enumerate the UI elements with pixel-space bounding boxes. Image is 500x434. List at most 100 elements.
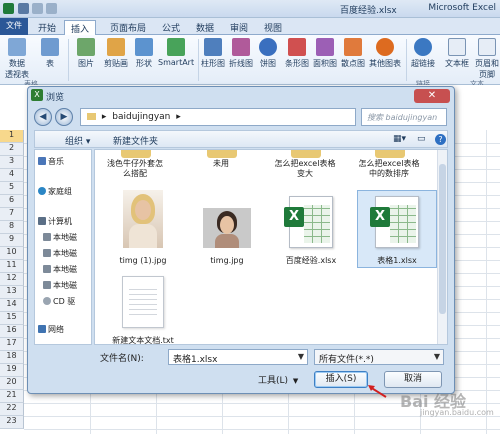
nav-item-local-disk-1[interactable]: 本地磁 [43, 232, 77, 243]
face [135, 200, 151, 220]
file-item-timg[interactable]: timg.jpg [187, 190, 267, 266]
folder-item[interactable]: 浅色牛仔外套怎 么搭配 [95, 159, 175, 179]
row-header[interactable]: 13 [0, 286, 24, 299]
nav-item-local-disk-4[interactable]: 本地磁 [43, 280, 77, 291]
view-options-icon[interactable]: ▦▾ [393, 134, 406, 144]
vertical-scrollbar[interactable] [437, 150, 447, 344]
nav-item-cd-drive[interactable]: CD 驱 [43, 296, 75, 307]
nav-item-homegroup[interactable]: 家庭组 [38, 186, 72, 197]
filename-input[interactable]: 表格1.xlsx ▼ [168, 349, 308, 365]
filetype-select[interactable]: 所有文件(*.*) ▼ [314, 349, 444, 365]
row-header[interactable]: 15 [0, 312, 24, 325]
row-header[interactable]: 16 [0, 325, 24, 338]
folder-item[interactable]: 未用 [181, 159, 261, 169]
row-header[interactable]: 9 [0, 234, 24, 247]
face [220, 216, 234, 234]
file-list[interactable]: 浅色牛仔外套怎 么搭配 未用 怎么把excel表格 变大 怎么把excel表格 … [94, 149, 448, 345]
tab-home[interactable]: 开始 [32, 20, 62, 35]
line-chart-icon [232, 38, 250, 56]
row-header[interactable]: 3 [0, 156, 24, 169]
tab-insert[interactable]: 插入 [64, 20, 97, 35]
file-item-biaoge1-xlsx[interactable]: X 表格1.xlsx [357, 190, 437, 268]
dialog-title: 浏览 [46, 93, 65, 103]
nav-item-local-disk-2[interactable]: 本地磁 [43, 248, 77, 259]
column-chart-button[interactable]: 柱形图 [200, 38, 226, 69]
header-footer-button[interactable]: 页眉和 页脚 [474, 38, 500, 80]
file-item-txt[interactable]: 新建文本文档.txt [103, 274, 183, 344]
tab-data[interactable]: 数据 [190, 20, 220, 35]
row-header[interactable]: 17 [0, 338, 24, 351]
textbox-button[interactable]: 文本框 [444, 38, 470, 69]
ribbon-separator [68, 39, 69, 81]
help-icon[interactable]: ? [435, 134, 446, 145]
tools-button[interactable]: 工具(L) ▼ [258, 373, 298, 386]
folder-item[interactable]: 怎么把excel表格 中的数排序 [349, 159, 429, 179]
area-chart-icon [316, 38, 334, 56]
scatter-chart-button[interactable]: 散点图 [340, 38, 366, 69]
excel-file-icon: X [284, 196, 333, 248]
pivot-table-button[interactable]: 数据 透视表 [4, 38, 30, 80]
row-header[interactable]: 20 [0, 377, 24, 390]
table-button[interactable]: 表 [38, 38, 62, 69]
folder-icon [291, 150, 321, 158]
picture-button[interactable]: 图片 [74, 38, 98, 69]
nav-item-network[interactable]: 网络 [38, 324, 64, 335]
pie-chart-button[interactable]: 饼图 [256, 38, 280, 69]
file-item-baidu-xlsx[interactable]: X 百度经验.xlsx [271, 190, 351, 266]
nav-item-local-disk-3[interactable]: 本地磁 [43, 264, 77, 275]
organize-button[interactable]: 组织 ▾ [65, 134, 90, 147]
nav-item-computer[interactable]: 计算机 [38, 216, 72, 227]
smartart-icon [167, 38, 185, 56]
shapes-button[interactable]: 形状 [132, 38, 156, 69]
scrollbar-thumb[interactable] [439, 164, 446, 314]
path-field[interactable]: ▸ baidujingyan ▸ [80, 108, 356, 126]
tab-file[interactable]: 文件 [0, 18, 28, 35]
search-input[interactable]: 搜索 baidujingyan [361, 108, 447, 126]
file-item-timg1[interactable]: timg (1).jpg [103, 190, 183, 266]
ribbon-separator [406, 39, 407, 81]
bar-chart-button[interactable]: 条形图 [284, 38, 310, 69]
row-header[interactable]: 10 [0, 247, 24, 260]
insert-button[interactable]: 插入(S) [314, 371, 368, 388]
row-header[interactable]: 7 [0, 208, 24, 221]
area-chart-button[interactable]: 面积图 [312, 38, 338, 69]
row-header[interactable]: 5 [0, 182, 24, 195]
row-header[interactable]: 23 [0, 416, 24, 429]
clipart-button[interactable]: 剪贴画 [102, 38, 130, 69]
pie-chart-icon [259, 38, 277, 56]
row-header[interactable]: 6 [0, 195, 24, 208]
other-charts-button[interactable]: 其他图表 [368, 38, 402, 69]
disk-icon [43, 265, 51, 273]
shapes-icon [135, 38, 153, 56]
row-header[interactable]: 8 [0, 221, 24, 234]
tab-formulas[interactable]: 公式 [156, 20, 186, 35]
folder-item[interactable]: 怎么把excel表格 变大 [265, 159, 345, 179]
row-header[interactable]: 12 [0, 273, 24, 286]
tab-view[interactable]: 视图 [258, 20, 288, 35]
row-header[interactable]: 4 [0, 169, 24, 182]
row-header[interactable]: 1 [0, 130, 24, 143]
smartart-button[interactable]: SmartArt [158, 38, 194, 67]
row-header[interactable]: 19 [0, 364, 24, 377]
textbox-icon [448, 38, 466, 56]
close-button[interactable]: ✕ [414, 89, 450, 103]
row-header[interactable]: 22 [0, 403, 24, 416]
new-folder-button[interactable]: 新建文件夹 [113, 134, 158, 147]
forward-button[interactable]: ▶ [55, 108, 73, 126]
back-button[interactable]: ◀ [34, 108, 52, 126]
row-header[interactable]: 14 [0, 299, 24, 312]
tab-review[interactable]: 审阅 [224, 20, 254, 35]
folder-icon [121, 150, 151, 158]
computer-icon [38, 217, 46, 225]
cancel-button[interactable]: 取消 [384, 371, 442, 388]
line-chart-button[interactable]: 折线图 [228, 38, 254, 69]
row-header[interactable]: 18 [0, 351, 24, 364]
nav-item-music[interactable]: 音乐 [38, 156, 64, 167]
tab-page-layout[interactable]: 页面布局 [104, 20, 152, 35]
hyperlink-button[interactable]: 超链接 [410, 38, 436, 69]
row-header[interactable]: 2 [0, 143, 24, 156]
row-header[interactable]: 11 [0, 260, 24, 273]
row-header[interactable]: 21 [0, 390, 24, 403]
preview-pane-icon[interactable]: ▭ [417, 134, 426, 144]
chevron-down-icon: ▼ [292, 377, 299, 385]
